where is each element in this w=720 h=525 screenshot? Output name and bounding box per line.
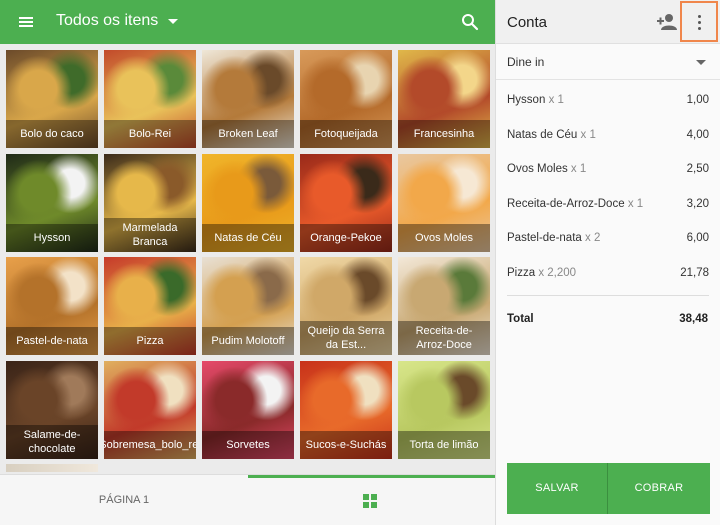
order-item-name: Ovos Moles bbox=[507, 163, 568, 175]
item-tile[interactable]: Bolo do caco bbox=[6, 50, 98, 148]
item-label: Bolo do caco bbox=[6, 120, 98, 148]
order-item-price: 1,00 bbox=[686, 94, 709, 106]
order-item-price: 21,78 bbox=[680, 266, 709, 279]
total-value: 38,48 bbox=[679, 313, 708, 325]
order-item-qty: x 1 bbox=[627, 197, 644, 210]
item-tile[interactable]: Fotoqueijada bbox=[300, 50, 392, 148]
ticket-header: Conta bbox=[496, 0, 720, 44]
active-tab-indicator bbox=[248, 475, 495, 478]
item-label: Natas de Céu bbox=[202, 223, 294, 252]
items-toolbar: Todos os itens bbox=[0, 0, 495, 44]
item-tile[interactable]: Francesinha bbox=[398, 50, 490, 148]
order-item-qty: x 2 bbox=[585, 232, 601, 244]
category-label: Todos os itens bbox=[56, 12, 159, 29]
item-label: Queijo da Serra da Est... bbox=[300, 321, 392, 355]
item-label: Hysson bbox=[6, 223, 98, 252]
order-line[interactable]: Hysson x 1 1,00 bbox=[496, 84, 720, 118]
item-tile[interactable]: Orange-Pekoe bbox=[300, 153, 392, 252]
item-tile[interactable]: Ovos Moles bbox=[398, 153, 490, 252]
item-tile[interactable]: Marmelada Branca bbox=[104, 153, 196, 252]
order-line[interactable]: Ovos Moles x 1 2,50 bbox=[496, 153, 720, 187]
item-label: Salame-de-chocolate bbox=[6, 424, 98, 459]
chevron-down-icon bbox=[168, 18, 179, 24]
chevron-down-icon bbox=[696, 60, 706, 65]
item-label: Fotoqueijada bbox=[300, 120, 392, 148]
item-label: Francesinha bbox=[398, 120, 490, 148]
order-item-qty: x 1 bbox=[548, 94, 564, 106]
order-item-name: Pizza bbox=[507, 266, 536, 279]
item-label: Marmelada Branca bbox=[104, 217, 196, 252]
item-label: Ovos Moles bbox=[398, 223, 490, 252]
add-person-icon[interactable] bbox=[656, 12, 678, 32]
ticket-actions: SALVAR COBRAR bbox=[507, 463, 710, 514]
order-line-name: Ovos Moles x 1 bbox=[507, 163, 586, 175]
item-tile-partial[interactable] bbox=[6, 464, 98, 472]
item-label: Torta de limão bbox=[398, 430, 490, 459]
order-item-name: Hysson bbox=[507, 94, 546, 106]
item-label: Pizza bbox=[104, 327, 196, 355]
menu-icon[interactable] bbox=[14, 10, 38, 34]
item-tile[interactable]: Pizza bbox=[104, 257, 196, 355]
charge-button[interactable]: COBRAR bbox=[608, 463, 710, 514]
category-selector[interactable]: Todos os itens bbox=[56, 12, 179, 30]
order-item-price: 4,00 bbox=[686, 128, 709, 141]
item-label: Pastel-de-nata bbox=[6, 327, 98, 355]
item-tile[interactable]: Hysson bbox=[6, 153, 98, 252]
order-item-name: Natas de Céu bbox=[507, 128, 578, 141]
order-line[interactable]: Natas de Céu x 1 4,00 bbox=[496, 119, 720, 153]
order-line[interactable]: Pizza x 2,200 21,78 bbox=[496, 257, 720, 291]
order-line-name: Pastel-de-nata x 2 bbox=[507, 232, 600, 244]
item-label: Sucos-e-Suchás bbox=[300, 430, 392, 459]
order-item-qty: x 1 bbox=[570, 163, 587, 175]
item-tile[interactable]: Bolo-Rei bbox=[104, 50, 196, 148]
item-tile[interactable]: Pudim Molotoff bbox=[202, 257, 294, 355]
more-vert-icon[interactable] bbox=[680, 1, 718, 42]
page-tab[interactable]: PÁGINA 1 bbox=[0, 475, 248, 525]
item-label: Broken Leaf bbox=[202, 120, 294, 148]
item-label: Sorvetes bbox=[202, 430, 294, 459]
order-line-name: Natas de Céu x 1 bbox=[507, 129, 596, 141]
total-label: Total bbox=[507, 313, 534, 325]
item-label: Pudim Molotoff bbox=[202, 327, 294, 355]
item-tile[interactable]: Torta de limão bbox=[398, 360, 490, 459]
item-label: Orange-Pekoe bbox=[300, 223, 392, 252]
order-item-name: Receita-de-Arroz-Doce bbox=[507, 197, 625, 210]
items-panel: Todos os itens Bolo do caco Bolo-Rei Broke… bbox=[0, 0, 495, 525]
order-item-price: 6,00 bbox=[686, 232, 709, 244]
order-item-qty: x 2,200 bbox=[538, 266, 577, 279]
order-line[interactable]: Receita-de-Arroz-Doce x 1 3,20 bbox=[496, 188, 720, 222]
order-item-qty: x 1 bbox=[580, 128, 596, 141]
item-tile[interactable]: Broken Leaf bbox=[202, 50, 294, 148]
ticket-panel: Conta Dine in Hysson x 1 1,00 Natas de Céu… bbox=[495, 0, 720, 525]
order-item-price: 3,20 bbox=[686, 197, 709, 210]
order-line[interactable]: Pastel-de-nata x 2 6,00 bbox=[496, 222, 720, 256]
item-label: Bolo-Rei bbox=[104, 120, 196, 148]
grid-icon bbox=[363, 494, 377, 508]
pager-bar: PÁGINA 1 bbox=[0, 474, 495, 525]
item-tile[interactable]: Sobremesa_bolo_rei bbox=[104, 360, 196, 459]
dining-option-select[interactable]: Dine in bbox=[496, 44, 720, 80]
item-tile[interactable]: Pastel-de-nata bbox=[6, 257, 98, 355]
item-tile[interactable]: Receita-de-Arroz-Doce bbox=[398, 257, 490, 355]
item-tile[interactable]: Sucos-e-Suchás bbox=[300, 360, 392, 459]
order-item-price: 2,50 bbox=[686, 163, 709, 175]
order-line-name: Hysson x 1 bbox=[507, 94, 564, 106]
order-item-name: Pastel-de-nata bbox=[507, 232, 582, 244]
item-tile[interactable]: Natas de Céu bbox=[202, 153, 294, 252]
grid-view-tab[interactable] bbox=[248, 475, 495, 525]
divider bbox=[507, 295, 709, 296]
item-label: Receita-de-Arroz-Doce bbox=[398, 321, 490, 355]
item-label: Sobremesa_bolo_rei bbox=[104, 430, 196, 459]
dining-option-label: Dine in bbox=[507, 55, 545, 69]
item-tile[interactable]: Sorvetes bbox=[202, 360, 294, 459]
save-button[interactable]: SALVAR bbox=[507, 463, 608, 514]
ticket-title: Conta bbox=[507, 14, 548, 31]
order-line-name: Pizza x 2,200 bbox=[507, 267, 576, 279]
order-line-name: Receita-de-Arroz-Doce x 1 bbox=[507, 198, 643, 210]
item-tile[interactable]: Queijo da Serra da Est... bbox=[300, 257, 392, 355]
item-tile[interactable]: Salame-de-chocolate bbox=[6, 360, 98, 459]
search-icon[interactable] bbox=[460, 12, 480, 32]
